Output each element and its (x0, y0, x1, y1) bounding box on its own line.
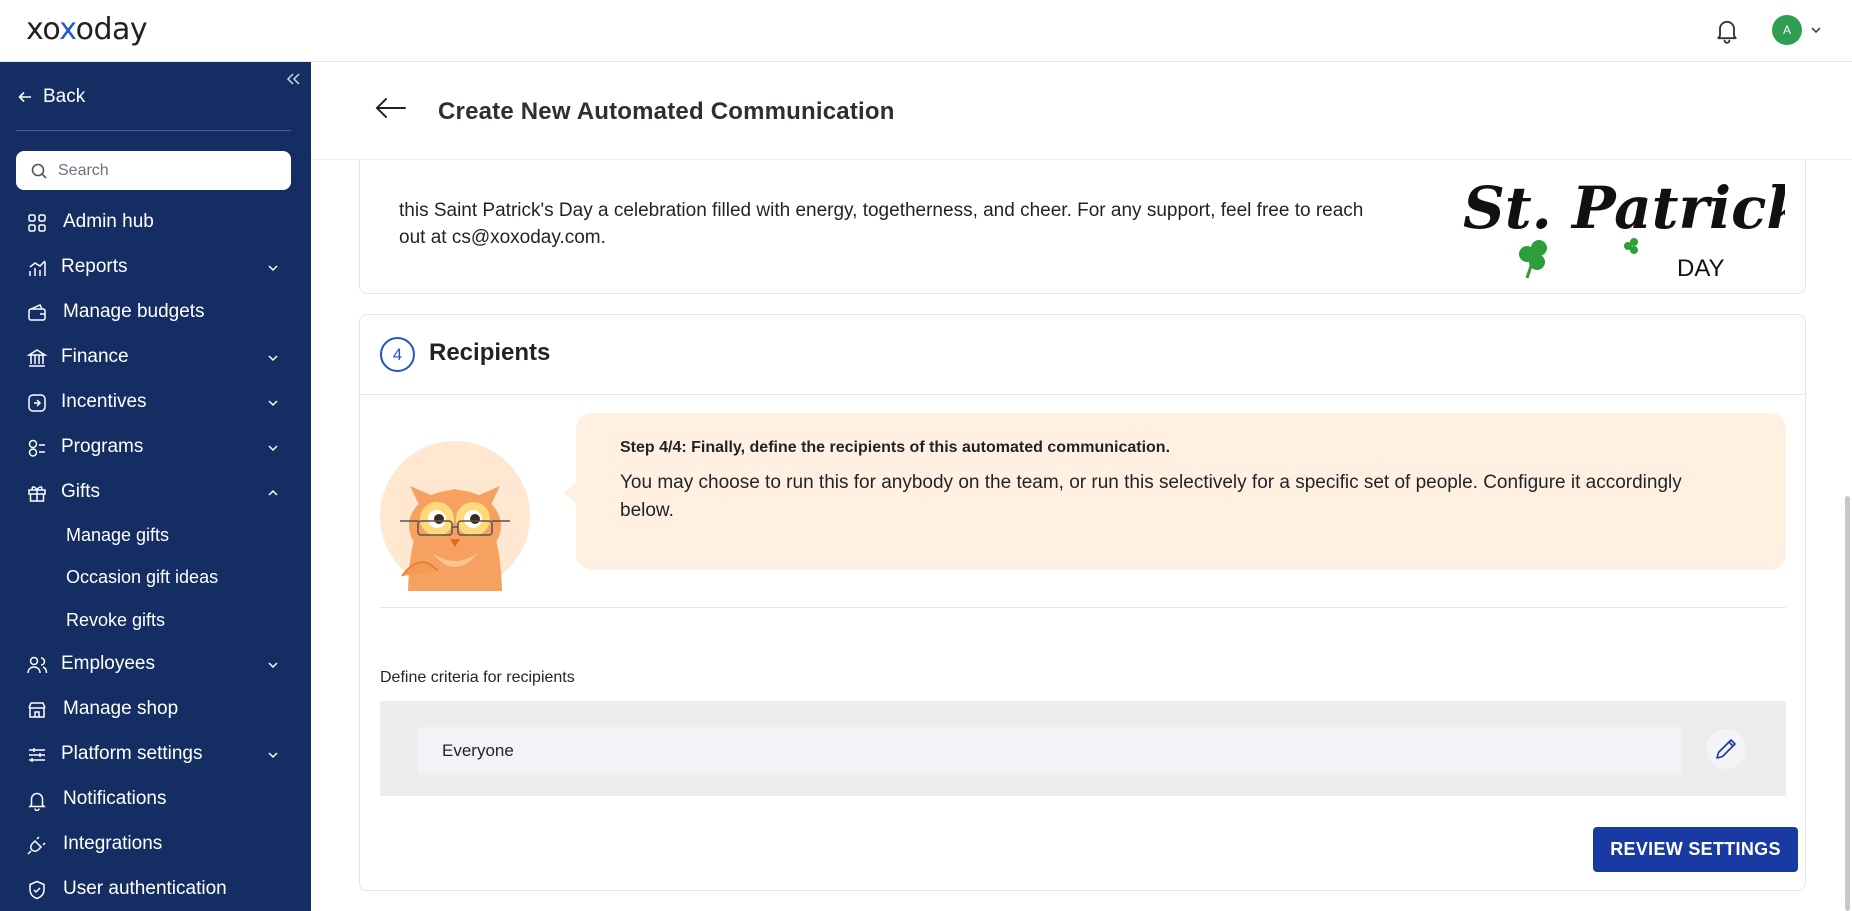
bubble-text: You may choose to run this for anybody o… (620, 472, 1682, 521)
edit-criteria-button[interactable] (1706, 729, 1746, 769)
sidebar-item-gifts[interactable]: Gifts (0, 474, 311, 510)
message-text: this Saint Patrick's Day a celebration f… (399, 197, 1389, 251)
search-input[interactable]: Search (16, 151, 291, 190)
sidebar-item-label: Programs (61, 436, 144, 457)
chevron-down-icon (268, 400, 278, 407)
sidebar-item-label: Gifts (61, 481, 101, 502)
chevron-down-icon[interactable] (1808, 22, 1824, 38)
top-bar: xoxoday A (0, 0, 1852, 62)
recipients-card: 4 Recipients Step 4/4: Finally, define t… (359, 314, 1806, 891)
wallet-icon (28, 304, 46, 321)
sidebar-item-manage-shop[interactable]: Manage shop (0, 691, 311, 727)
page-title: Create New Automated Communication (438, 98, 895, 125)
shop-icon (28, 702, 46, 718)
sidebar-item-integrations[interactable]: Integrations (0, 826, 311, 862)
sidebar-item-label: Manage shop (63, 698, 179, 719)
sidebar-item-label: Platform settings (61, 743, 203, 764)
criteria-value: Everyone (442, 741, 514, 760)
sidebar-back-button[interactable]: Back (17, 84, 85, 110)
gift-icon (28, 486, 46, 502)
sidebar-item-label: Manage budgets (63, 301, 205, 322)
arrow-left-icon[interactable] (375, 96, 407, 120)
scrollbar-thumb[interactable] (1845, 496, 1850, 911)
logo-accent-letter: x (59, 12, 76, 47)
sidebar-item-finance[interactable]: Finance (0, 339, 311, 375)
sidebar-subitem-occasion-gift-ideas[interactable]: Occasion gift ideas (66, 567, 218, 588)
sidebar-item-manage-budgets[interactable]: Manage budgets (0, 294, 311, 330)
chevron-down-icon (268, 752, 278, 759)
info-speech-bubble: Step 4/4: Finally, define the recipients… (576, 413, 1786, 570)
scrollbar[interactable] (1843, 62, 1852, 911)
divider (16, 130, 291, 131)
image-text-sub: DAY (1677, 255, 1725, 282)
chevron-down-icon (268, 355, 278, 362)
programs-icon (28, 439, 45, 457)
sidebar: Back Search Admin hub Reports Manage bud… (0, 62, 311, 911)
message-text-line: out at cs@xoxoday.com. (399, 227, 606, 248)
sidebar-subitem-manage-gifts[interactable]: Manage gifts (66, 525, 169, 546)
bank-icon (26, 349, 48, 367)
people-icon (27, 656, 48, 674)
bubble-title: Step 4/4: Finally, define the recipients… (620, 439, 1171, 456)
chevron-down-icon (268, 662, 278, 669)
sidebar-item-notifications[interactable]: Notifications (0, 781, 311, 817)
pencil-icon (1716, 739, 1736, 759)
step-number-badge: 4 (380, 337, 415, 372)
divider (360, 394, 1805, 395)
xoxoday-logo[interactable]: xoxoday (26, 12, 148, 47)
sidebar-item-label: Incentives (61, 391, 147, 412)
chevron-down-icon (268, 265, 278, 272)
st-patricks-day-image: St. Patrick's DAY (1463, 176, 1785, 282)
sidebar-item-label: Reports (61, 256, 128, 277)
owl-mascot-icon (380, 441, 530, 591)
shield-icon (29, 880, 45, 900)
bell-icon[interactable] (1713, 16, 1741, 44)
plug-icon (27, 836, 46, 855)
sidebar-item-label: Finance (61, 346, 129, 367)
sliders-icon (29, 748, 45, 762)
review-settings-button[interactable]: REVIEW SETTINGS (1593, 827, 1798, 872)
main-content: Create New Automated Communication this … (311, 62, 1852, 911)
arrow-left-icon (18, 91, 31, 103)
sidebar-item-programs[interactable]: Programs (0, 429, 311, 465)
chevron-up-icon (268, 489, 278, 496)
page-header: Create New Automated Communication (311, 62, 1852, 160)
chart-icon (29, 260, 46, 276)
incentive-icon (28, 394, 46, 412)
collapse-sidebar-icon[interactable] (284, 70, 302, 88)
divider (380, 607, 1786, 608)
sidebar-item-label: Admin hub (63, 211, 154, 232)
criteria-label: Define criteria for recipients (380, 669, 575, 686)
grid-icon (28, 214, 46, 232)
shamrock-icon (1519, 240, 1547, 279)
sidebar-item-label: User authentication (63, 878, 227, 899)
criteria-field[interactable]: Everyone (418, 727, 1682, 775)
sidebar-subitem-revoke-gifts[interactable]: Revoke gifts (66, 610, 165, 631)
sidebar-item-incentives[interactable]: Incentives (0, 384, 311, 420)
message-text-line: this Saint Patrick's Day a celebration f… (399, 200, 1364, 221)
sidebar-item-employees[interactable]: Employees (0, 646, 311, 682)
sidebar-item-user-authentication[interactable]: User authentication (0, 871, 311, 907)
back-label: Back (43, 86, 86, 107)
sidebar-item-label: Notifications (63, 788, 167, 809)
chevron-down-icon (268, 445, 278, 452)
criteria-box: Everyone (380, 701, 1786, 796)
search-icon (31, 163, 47, 179)
sidebar-item-label: Employees (61, 653, 155, 674)
image-text-main: St. Patrick's (1463, 176, 1785, 242)
bell-icon (28, 792, 46, 811)
search-placeholder: Search (58, 161, 109, 179)
avatar[interactable]: A (1772, 15, 1802, 45)
sidebar-item-platform-settings[interactable]: Platform settings (0, 736, 311, 772)
section-title: Recipients (429, 339, 551, 366)
sidebar-item-reports[interactable]: Reports (0, 249, 311, 285)
sidebar-item-label: Integrations (63, 833, 163, 854)
sidebar-item-admin-hub[interactable]: Admin hub (0, 204, 311, 240)
